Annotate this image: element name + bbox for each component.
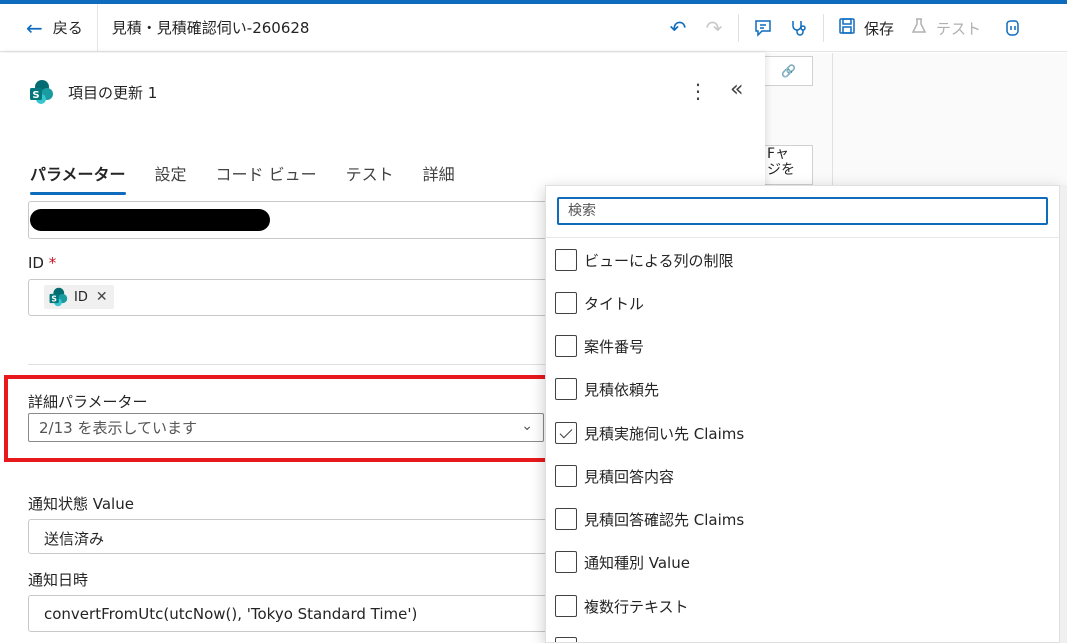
notify-status-value: 送信済み xyxy=(44,530,105,548)
list-item[interactable]: 見積依頼先 xyxy=(555,377,659,401)
list-item[interactable]: 複数行テキスト xyxy=(555,594,689,618)
id-token[interactable]: S ID ✕ xyxy=(44,285,114,309)
list-item-label: ビューによる列の制限 xyxy=(584,251,734,270)
list-item-label: タイトル xyxy=(584,294,645,313)
save-label: 保存 xyxy=(864,19,895,38)
flow-checker-icon[interactable] xyxy=(781,10,817,46)
panel-header: S 項目の更新 1 xyxy=(28,79,157,105)
list-item-label: 通知種別 Value xyxy=(584,553,690,572)
list-item[interactable]: ビューによる列の制限 xyxy=(555,248,734,272)
search-input[interactable] xyxy=(557,197,1048,225)
menu-divider xyxy=(546,237,1059,238)
list-item[interactable]: 通知種別 Value xyxy=(555,550,690,574)
undo-icon[interactable]: ↶ xyxy=(660,10,696,46)
canvas-card-text-label: Fャ ジを xyxy=(767,146,795,178)
back-label: 戻る xyxy=(52,19,83,37)
list-item[interactable] xyxy=(555,636,577,642)
test-button[interactable]: テスト xyxy=(902,10,989,46)
required-marker: * xyxy=(48,254,57,272)
toolbar: ↶ ↷ 保存 テスト xyxy=(660,4,1031,52)
notify-datetime-label: 通知日時 xyxy=(28,571,89,589)
redo-icon[interactable]: ↷ xyxy=(696,10,732,46)
tab-parameters[interactable]: パラメーター xyxy=(30,161,126,195)
toolbar-divider xyxy=(823,14,824,42)
collapse-panel-icon[interactable]: « xyxy=(730,77,743,102)
checkbox[interactable] xyxy=(555,595,577,617)
checkbox[interactable] xyxy=(555,508,577,530)
checkbox[interactable] xyxy=(555,335,577,357)
save-icon xyxy=(838,17,856,40)
list-item-label: 見積回答内容 xyxy=(584,467,675,486)
list-item[interactable]: 見積実施伺い先 Claims xyxy=(555,421,744,445)
list-item-label: 複数行テキスト xyxy=(584,597,689,616)
flow-title: 見積・見積確認伺い-260628 xyxy=(111,19,310,37)
checkbox[interactable] xyxy=(555,637,577,642)
toolbar-divider xyxy=(738,14,739,42)
list-item[interactable]: 案件番号 xyxy=(555,334,644,358)
panel-title: 項目の更新 1 xyxy=(68,83,158,102)
redacted-value xyxy=(30,209,270,231)
notify-status-label: 通知状態 Value xyxy=(28,495,134,513)
tab-test[interactable]: テスト xyxy=(346,161,394,195)
list-item-label: 見積実施伺い先 Claims xyxy=(584,424,745,443)
tab-details[interactable]: 詳細 xyxy=(423,161,455,195)
notify-datetime-value: convertFromUtc(utcNow(), 'Tokyo Standard… xyxy=(44,605,418,623)
notify-status-field[interactable] xyxy=(28,519,548,554)
tab-code-view[interactable]: コード ビュー xyxy=(216,161,317,195)
menu-scrollbar[interactable] xyxy=(1060,185,1067,643)
checkbox-checked[interactable] xyxy=(555,422,577,444)
checkbox[interactable] xyxy=(555,292,577,314)
checkbox[interactable] xyxy=(555,465,577,487)
svg-text:S: S xyxy=(32,90,39,101)
list-item-label: 見積依頼先 xyxy=(584,380,660,399)
sharepoint-token-icon: S xyxy=(49,287,68,307)
save-button[interactable]: 保存 xyxy=(830,10,902,46)
copilot-icon[interactable] xyxy=(995,10,1031,46)
list-item[interactable]: タイトル xyxy=(555,291,644,315)
list-item[interactable]: 見積回答内容 xyxy=(555,464,674,488)
checkbox[interactable] xyxy=(555,551,577,573)
copilot-feedback-icon[interactable] xyxy=(745,10,781,46)
test-label: テスト xyxy=(936,19,982,38)
canvas-card-text[interactable]: Fャ ジを xyxy=(765,145,813,185)
svg-text:S: S xyxy=(51,295,57,304)
list-item-label: 案件番号 xyxy=(584,337,645,356)
flask-icon xyxy=(910,17,928,40)
section-divider xyxy=(28,364,548,365)
top-bar: ← 戻る 見積・見積確認伺い-260628 ↶ ↷ 保存 テスト xyxy=(0,3,1067,52)
panel-tabs: パラメーター 設定 コード ビュー テスト 詳細 xyxy=(30,161,484,195)
highlight-annotation xyxy=(4,375,552,462)
arrow-left-icon: ← xyxy=(26,15,43,40)
checkbox[interactable] xyxy=(555,378,577,400)
checkbox[interactable] xyxy=(555,249,577,271)
id-label-text: ID xyxy=(28,254,44,272)
id-token-label: ID xyxy=(74,289,88,305)
advanced-params-menu: ビューによる列の制限 タイトル 案件番号 見積依頼先 見積実施伺い先 Claim… xyxy=(545,185,1060,643)
list-item[interactable]: 見積回答確認先 Claims xyxy=(555,507,744,531)
sharepoint-icon: S xyxy=(28,79,54,105)
id-field-label: ID * xyxy=(28,254,56,272)
list-item-label: 見積回答確認先 Claims xyxy=(584,510,745,529)
tab-settings[interactable]: 設定 xyxy=(155,161,187,195)
canvas-card-link[interactable]: 🔗 xyxy=(765,56,813,86)
more-options-icon[interactable]: ⋮ xyxy=(688,79,708,103)
back-button[interactable]: ← 戻る xyxy=(0,3,98,52)
link-icon: 🔗 xyxy=(781,64,796,78)
remove-token-icon[interactable]: ✕ xyxy=(96,289,108,305)
